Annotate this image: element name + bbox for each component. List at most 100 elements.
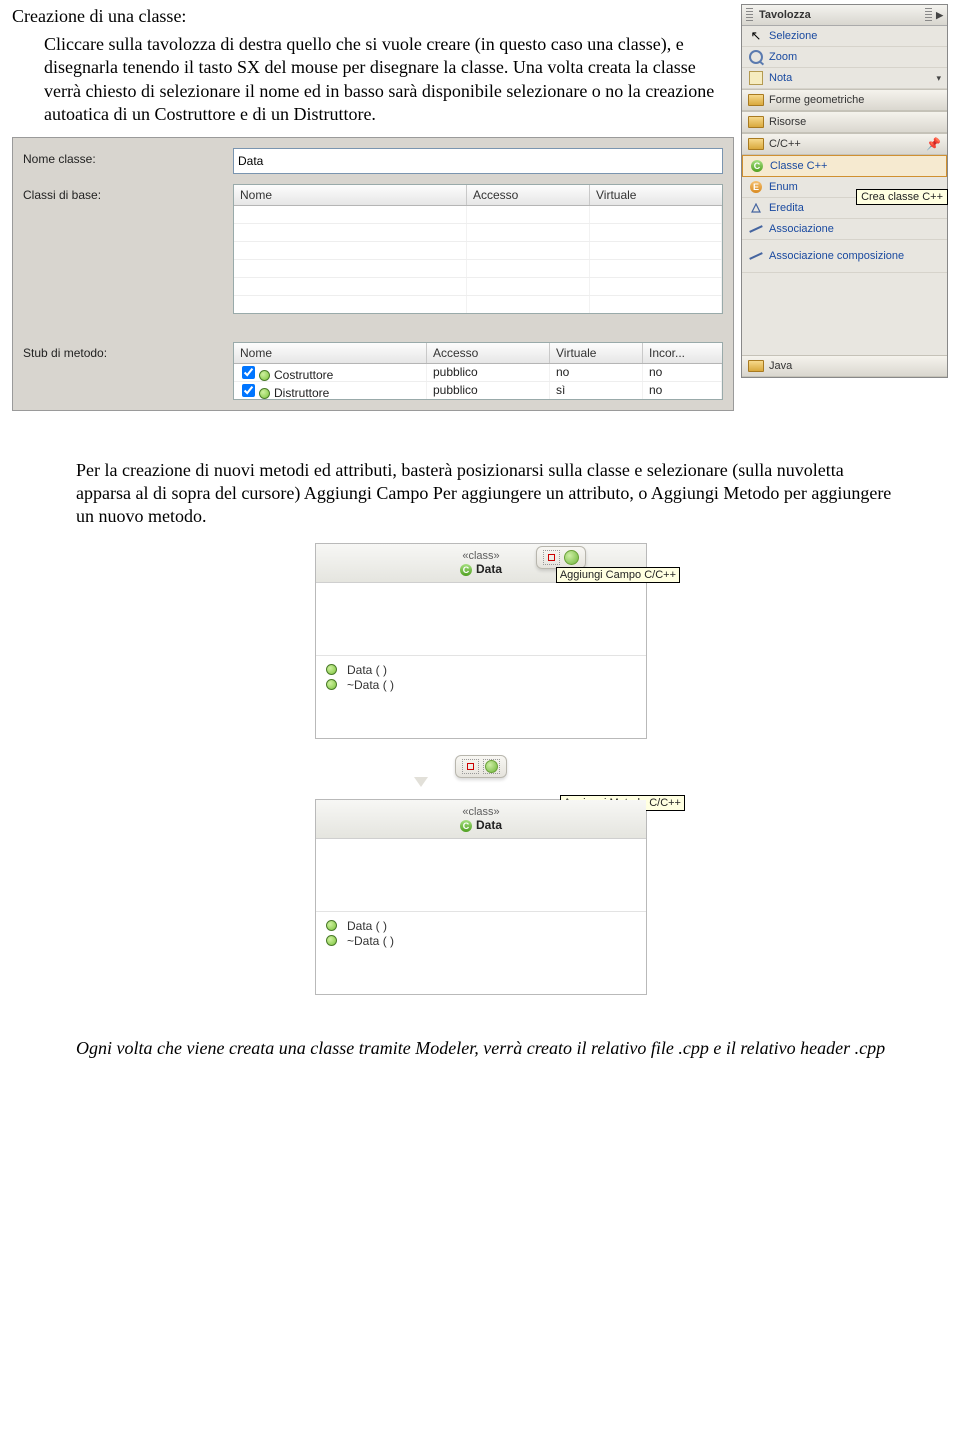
add-method-button[interactable] — [564, 550, 579, 565]
action-bubble — [536, 546, 586, 569]
method-label: Data ( ) — [347, 919, 387, 933]
cell-nome: Costruttore — [274, 368, 333, 382]
bullet-icon — [326, 679, 337, 690]
class-icon: C — [460, 564, 472, 576]
class-diagram-1: «class» CData Data ( ) ~Data ( ) Aggiung… — [315, 543, 645, 739]
middle-paragraph: Per la creazione di nuovi metodi ed attr… — [76, 459, 896, 529]
palette-category-label: C/C++ — [769, 138, 801, 150]
class-icon: C — [749, 158, 765, 174]
cell-virtuale: sì — [550, 382, 643, 399]
class-stereotype: «class» — [316, 806, 646, 818]
label-classi-base: Classi di base: — [23, 184, 233, 202]
class-icon: C — [460, 820, 472, 832]
chevron-right-icon[interactable]: ▶ — [936, 10, 943, 21]
folder-icon — [748, 114, 764, 130]
bullet-icon — [326, 920, 337, 931]
outro-paragraph: Ogni volta che viene creata una classe t… — [76, 1037, 896, 1060]
folder-icon — [748, 92, 764, 108]
col-virtuale[interactable]: Virtuale — [590, 185, 722, 205]
palette-item-label: Associazione composizione — [769, 250, 904, 262]
class-creation-dialog: Nome classe: Classi di base: Nome Access… — [12, 137, 734, 411]
palette-category-label: Forme geometriche — [769, 94, 864, 106]
col-incor[interactable]: Incor... — [643, 343, 722, 363]
palette-item-label: Associazione — [769, 223, 834, 235]
nome-classe-input[interactable] — [233, 148, 723, 174]
palette-category-label: Java — [769, 360, 792, 372]
palette-item-label: Enum — [769, 181, 798, 193]
class-diagram-2: Aggiungi Metodo C/C++ «class» CData Data… — [315, 799, 645, 995]
cell-incor: no — [643, 382, 722, 399]
methods-section[interactable]: Data ( ) ~Data ( ) — [316, 912, 646, 994]
col-nome[interactable]: Nome — [234, 343, 427, 363]
add-field-button[interactable] — [543, 550, 560, 565]
tooltip-add-field: Aggiungi Campo C/C++ — [556, 567, 680, 583]
palette-item-zoom[interactable]: Zoom — [742, 47, 947, 68]
grip-icon — [746, 8, 753, 22]
methods-section[interactable]: Data ( ) ~Data ( ) — [316, 656, 646, 738]
composition-icon — [748, 248, 764, 264]
cell-virtuale: no — [550, 364, 643, 381]
stub-checkbox[interactable] — [242, 384, 255, 397]
palette-category-label: Risorse — [769, 116, 806, 128]
bullet-icon — [259, 388, 270, 399]
grip-icon — [925, 8, 932, 22]
palette-item-selezione[interactable]: Selezione — [742, 26, 947, 47]
class-name: Data — [476, 818, 502, 832]
add-field-button[interactable] — [462, 759, 479, 774]
palette-category-forme[interactable]: Forme geometriche — [742, 89, 947, 111]
palette-item-label: Zoom — [769, 51, 797, 63]
bullet-icon — [326, 664, 337, 675]
col-nome[interactable]: Nome — [234, 185, 467, 205]
cursor-icon — [748, 28, 764, 44]
col-accesso[interactable]: Accesso — [467, 185, 590, 205]
method-item[interactable]: ~Data ( ) — [326, 934, 636, 948]
cell-nome: Distruttore — [274, 386, 329, 400]
table-row[interactable]: Distruttore pubblico sì no — [234, 382, 722, 399]
association-icon — [748, 221, 764, 237]
palette-category-cpp[interactable]: C/C++ 📌 — [742, 133, 947, 155]
label-stub-metodo: Stub di metodo: — [23, 342, 233, 360]
method-label: Data ( ) — [347, 663, 387, 677]
method-item[interactable]: Data ( ) — [326, 663, 636, 677]
base-classes-table[interactable]: Nome Accesso Virtuale — [233, 184, 723, 314]
attributes-section[interactable] — [316, 583, 646, 656]
method-label: ~Data ( ) — [347, 678, 394, 692]
palette-item-label: Classe C++ — [770, 160, 827, 172]
chevron-down-icon: ▾ — [936, 73, 941, 84]
pin-icon[interactable]: 📌 — [926, 137, 941, 151]
palette-item-label: Selezione — [769, 30, 817, 42]
method-item[interactable]: ~Data ( ) — [326, 678, 636, 692]
bullet-icon — [259, 370, 270, 381]
stub-methods-table[interactable]: Nome Accesso Virtuale Incor... Costrutto… — [233, 342, 723, 400]
class-box[interactable]: «class» C Data Data ( ) ~Data ( ) — [315, 799, 647, 995]
folder-icon — [748, 358, 764, 374]
palette-category-java[interactable]: Java — [742, 355, 947, 377]
palette-category-risorse[interactable]: Risorse — [742, 111, 947, 133]
palette-item-nota[interactable]: Nota ▾ — [742, 68, 947, 89]
action-bubble — [455, 755, 507, 778]
method-item[interactable]: Data ( ) — [326, 919, 636, 933]
palette-item-classe-cpp[interactable]: C Classe C++ — [742, 155, 947, 177]
palette-item-label: Eredita — [769, 202, 804, 214]
intro-paragraph: Cliccare sulla tavolozza di destra quell… — [44, 33, 724, 127]
tooltip-crea-classe: Crea classe C++ — [856, 189, 948, 205]
label-nome-classe: Nome classe: — [23, 148, 233, 166]
palette-title-bar: Tavolozza ▶ — [742, 5, 947, 26]
attributes-section[interactable] — [316, 839, 646, 912]
enum-icon: E — [748, 179, 764, 195]
stub-checkbox[interactable] — [242, 366, 255, 379]
col-accesso[interactable]: Accesso — [427, 343, 550, 363]
col-virtuale[interactable]: Virtuale — [550, 343, 643, 363]
add-method-button[interactable] — [483, 759, 500, 774]
bullet-icon — [326, 935, 337, 946]
cell-accesso: pubblico — [427, 364, 550, 381]
palette-item-associazione[interactable]: Associazione — [742, 219, 947, 240]
palette-item-composizione[interactable]: Associazione composizione — [742, 240, 947, 273]
note-icon — [748, 70, 764, 86]
method-label: ~Data ( ) — [347, 934, 394, 948]
palette-item-label: Nota — [769, 72, 792, 84]
inherit-icon — [748, 200, 764, 216]
palette-gap — [742, 273, 947, 355]
table-row[interactable]: Costruttore pubblico no no — [234, 364, 722, 382]
bubble-pointer-icon — [414, 777, 428, 787]
